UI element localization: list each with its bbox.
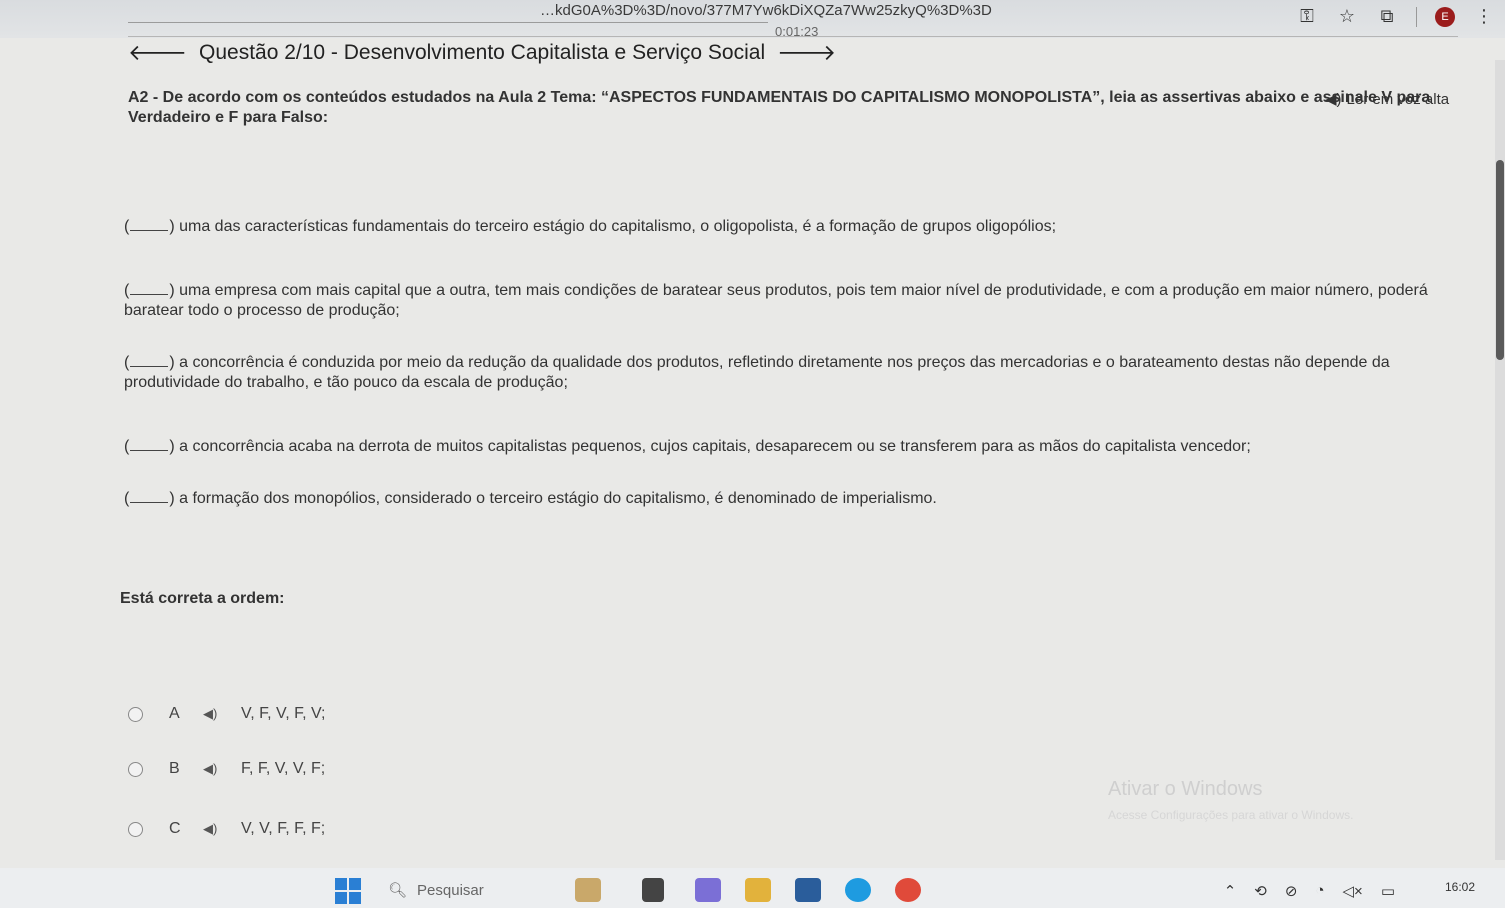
search-icon: 🔍︎ (388, 882, 408, 899)
assertion-item: () a formação dos monopólios, considerad… (124, 488, 937, 507)
assertion-item: () uma das características fundamentais … (124, 216, 1057, 235)
option-letter: A (169, 705, 180, 722)
onedrive-off-icon[interactable]: ⊘ (1285, 882, 1298, 900)
speaker-icon[interactable]: ◀) (203, 761, 241, 777)
password-key-icon[interactable]: ⚿ (1296, 6, 1318, 27)
back-arrow-icon[interactable]: 🡐 (128, 40, 187, 66)
radio-button[interactable] (128, 706, 143, 722)
radio-button[interactable] (128, 761, 143, 777)
scrollbar-thumb[interactable] (1496, 160, 1504, 360)
assertion-text: uma das características fundamentais do … (179, 218, 1057, 235)
sync-icon[interactable]: ⟲ (1254, 882, 1267, 900)
option-b[interactable]: B ◀) F, F, V, V, F; (128, 760, 325, 778)
header-divider (128, 36, 1458, 37)
answer-blank (130, 280, 169, 295)
store-icon[interactable] (795, 878, 821, 902)
question-prompt: A2 - De acordo com os conteúdos estudado… (128, 89, 1431, 126)
header-divider (128, 22, 768, 23)
profile-avatar[interactable]: E (1435, 6, 1455, 27)
task-view-icon[interactable] (642, 878, 664, 902)
browser-actions: ⚿ ☆ ⧉ E ⋮ (1296, 6, 1495, 27)
toolbar-divider (1416, 6, 1417, 27)
browser-toolbar: …kdG0A%3D%3D/novo/377M7Yw6kDiXQZa7Ww25zk… (0, 0, 1505, 39)
option-c[interactable]: C ◀) V, V, F, F, F; (128, 820, 325, 838)
widgets-icon[interactable] (575, 878, 601, 902)
assertion-item: () a concorrência é conduzida por meio d… (124, 352, 1390, 391)
option-text: V, F, V, F, V; (241, 705, 326, 722)
answer-label: Está correta a ordem: (120, 590, 285, 607)
answer-blank (130, 352, 169, 367)
speaker-icon[interactable]: ◀) (203, 706, 241, 722)
volume-muted-icon[interactable]: ◁× (1343, 882, 1363, 900)
assertion-text: a concorrência acaba na derrota de muito… (179, 438, 1251, 455)
speaker-icon[interactable]: ◀) (203, 821, 241, 837)
edge-icon[interactable] (845, 878, 871, 902)
battery-icon[interactable]: ▭ (1381, 882, 1395, 900)
chevron-up-icon[interactable]: ⌃ (1224, 882, 1237, 900)
answer-blank (130, 488, 169, 503)
search-placeholder: Pesquisar (417, 881, 484, 899)
option-a[interactable]: A ◀) V, F, V, F, V; (128, 705, 326, 723)
assertion-item: () a concorrência acaba na derrota de mu… (124, 436, 1251, 455)
assertion-text: uma empresa com mais capital que a outra… (124, 282, 1428, 319)
menu-kebab-icon[interactable]: ⋮ (1473, 6, 1495, 27)
extensions-icon[interactable]: ⧉ (1376, 6, 1398, 27)
option-letter: C (169, 820, 181, 837)
assertion-text: a concorrência é conduzida por meio da r… (124, 354, 1390, 391)
option-text: V, V, F, F, F; (241, 820, 326, 837)
page-title: Questão 2/10 - Desenvolvimento Capitalis… (199, 41, 766, 64)
option-text: F, F, V, V, F; (241, 760, 326, 777)
copilot-icon[interactable] (695, 878, 721, 902)
windows-start-icon[interactable] (335, 878, 361, 904)
next-arrow-icon[interactable]: 🡒 (777, 40, 836, 66)
address-bar-url[interactable]: …kdG0A%3D%3D/novo/377M7Yw6kDiXQZa7Ww25zk… (540, 2, 992, 19)
bookmark-star-icon[interactable]: ☆ (1336, 6, 1358, 27)
wifi-icon[interactable]: ◔ (1315, 882, 1324, 900)
option-letter: B (169, 760, 180, 777)
assertion-text: a formação dos monopólios, considerado o… (179, 490, 937, 507)
radio-button[interactable] (128, 821, 143, 837)
file-explorer-icon[interactable] (745, 878, 771, 902)
answer-blank (130, 216, 169, 231)
taskbar-clock[interactable]: 16:02 (1445, 880, 1475, 894)
answer-blank (130, 436, 169, 451)
question-header: 🡐 Questão 2/10 - Desenvolvimento Capital… (128, 40, 836, 66)
assertion-item: () uma empresa com mais capital que a ou… (124, 280, 1428, 319)
chrome-icon[interactable] (895, 878, 921, 902)
windows-activation-subtext: Acesse Configurações para ativar o Windo… (1108, 808, 1354, 822)
taskbar-search[interactable]: 🔍︎ Pesquisar (388, 876, 563, 904)
windows-activation-watermark: Ativar o Windows (1108, 778, 1263, 800)
system-tray: ⌃ ⟲ ⊘ ◔ ◁× ▭ (1224, 882, 1395, 900)
